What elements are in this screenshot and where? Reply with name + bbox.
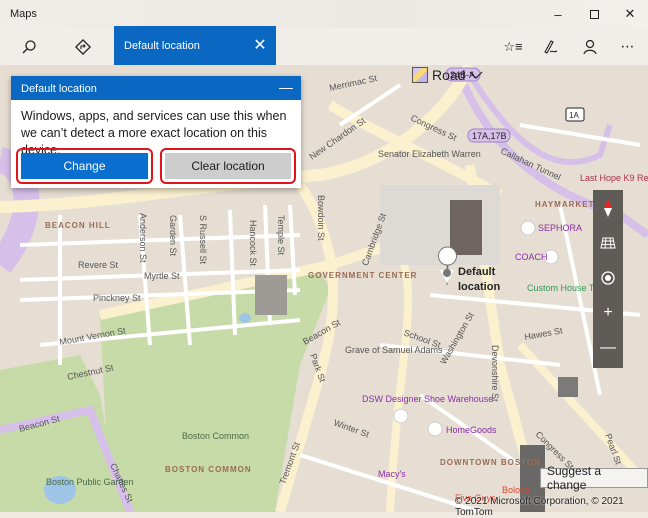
minus-icon: — (600, 338, 616, 356)
my-location-icon (601, 270, 615, 285)
frog-pond (239, 313, 251, 323)
compass-button[interactable] (593, 190, 623, 225)
svg-text:Last Hope K9 Rescue: Last Hope K9 Rescue (580, 173, 648, 183)
more-icon: ⋯ (620, 38, 636, 54)
svg-text:Boston Common: Boston Common (182, 431, 249, 441)
svg-text:S Russell St: S Russell St (198, 215, 208, 265)
svg-text:BOSTON COMMON: BOSTON COMMON (165, 465, 252, 474)
directions-icon (75, 38, 91, 55)
more-button[interactable]: ⋯ (608, 28, 648, 65)
svg-text:17A,17B: 17A,17B (472, 131, 507, 141)
close-icon: ✕ (624, 6, 636, 21)
svg-text:Myrtle St: Myrtle St (144, 271, 180, 281)
person-icon (583, 39, 597, 54)
svg-text:Macy's: Macy's (378, 469, 406, 479)
svg-text:HomeGoods: HomeGoods (446, 425, 497, 435)
search-icon (22, 39, 36, 53)
svg-text:Boloco: Boloco (502, 485, 530, 495)
svg-text:Hancock St: Hancock St (248, 220, 258, 267)
close-search-button[interactable]: ✕ (248, 33, 272, 57)
map-style-label: Road (432, 66, 466, 83)
svg-text:BEACON HILL: BEACON HILL (45, 221, 111, 230)
clear-location-button[interactable]: Clear location (165, 153, 291, 179)
city-hall-building (450, 200, 482, 255)
search-panel-label: Default location (124, 40, 200, 52)
svg-text:DSW Designer Shoe Warehouse: DSW Designer Shoe Warehouse (362, 394, 493, 404)
ink-button[interactable] (531, 28, 571, 65)
highway-shield-17a-17b: 17A,17B (467, 128, 511, 143)
change-button[interactable]: Change (21, 153, 148, 179)
default-location-card: Default location — Windows, apps, and se… (11, 76, 301, 188)
favorites-button[interactable]: ☆≡ (493, 28, 533, 65)
minimize-icon: – (554, 6, 562, 22)
svg-text:Revere St: Revere St (78, 260, 119, 270)
svg-text:1A: 1A (569, 111, 579, 120)
map-style-dropdown[interactable]: Road (412, 56, 483, 93)
map-controls: + — (593, 190, 623, 368)
close-icon: ✕ (253, 37, 267, 54)
maximize-button[interactable] (576, 0, 612, 28)
card-title: Default location (21, 83, 97, 95)
close-window-button[interactable]: ✕ (612, 0, 648, 28)
favorites-icon: ☆≡ (503, 38, 523, 54)
plus-icon: + (603, 303, 613, 321)
svg-text:GOVERNMENT CENTER: GOVERNMENT CENTER (308, 271, 417, 280)
compass-icon (604, 198, 612, 217)
ink-pen-icon (544, 39, 558, 54)
svg-text:HAYMARKET: HAYMARKET (535, 200, 594, 209)
svg-text:Pinckney St: Pinckney St (93, 293, 141, 303)
svg-text:Anderson St: Anderson St (138, 213, 148, 263)
clear-location-highlight: Clear location (160, 148, 296, 184)
3d-grid-icon (600, 237, 616, 248)
collapse-card-button[interactable]: — (279, 79, 293, 95)
tilt-button[interactable] (593, 225, 623, 260)
card-header: Default location — (11, 76, 301, 100)
svg-text:Grave of Samuel Adams: Grave of Samuel Adams (345, 345, 443, 355)
maximize-icon (589, 9, 599, 19)
svg-text:Bowdoin St: Bowdoin St (316, 195, 326, 241)
svg-text:DOWNTOWN BOSTON: DOWNTOWN BOSTON (440, 458, 541, 467)
my-location-button[interactable] (593, 260, 623, 295)
zoom-in-button[interactable]: + (593, 295, 623, 330)
search-button[interactable] (9, 28, 49, 65)
suggest-change-button[interactable]: Suggest a change (540, 464, 648, 492)
title-bar: Maps – ✕ (0, 0, 648, 28)
chevron-down-icon (470, 71, 483, 79)
svg-text:Garden St: Garden St (168, 215, 178, 257)
zoom-out-button[interactable]: — (593, 330, 623, 365)
svg-text:SEPHORA: SEPHORA (538, 223, 582, 233)
directions-button[interactable] (63, 28, 103, 65)
highway-shield-1a: 1A (565, 107, 585, 122)
minimize-icon: — (279, 79, 293, 95)
change-highlight: Change (16, 148, 153, 184)
svg-text:location: location (458, 281, 500, 293)
account-button[interactable] (570, 28, 610, 65)
map-style-icon (412, 66, 428, 83)
svg-text:COACH: COACH (515, 252, 548, 262)
toolbar: Road ☆≡ ⋯ (0, 28, 648, 83)
copyright-notice: © 2021 Microsoft Corporation, © 2021 Tom… (455, 496, 624, 518)
svg-text:Default: Default (458, 266, 496, 278)
maps-app: 24B-A 17A,17B 1A Merrimac St Congress St… (0, 0, 648, 518)
minimize-button[interactable]: – (540, 0, 576, 28)
search-result-panel[interactable]: Default location ✕ (114, 26, 276, 65)
svg-text:Boston Public Garden: Boston Public Garden (46, 477, 134, 487)
window-title: Maps (10, 8, 37, 20)
svg-text:Temple St: Temple St (276, 215, 286, 256)
svg-text:Senator Elizabeth Warren: Senator Elizabeth Warren (378, 149, 481, 159)
